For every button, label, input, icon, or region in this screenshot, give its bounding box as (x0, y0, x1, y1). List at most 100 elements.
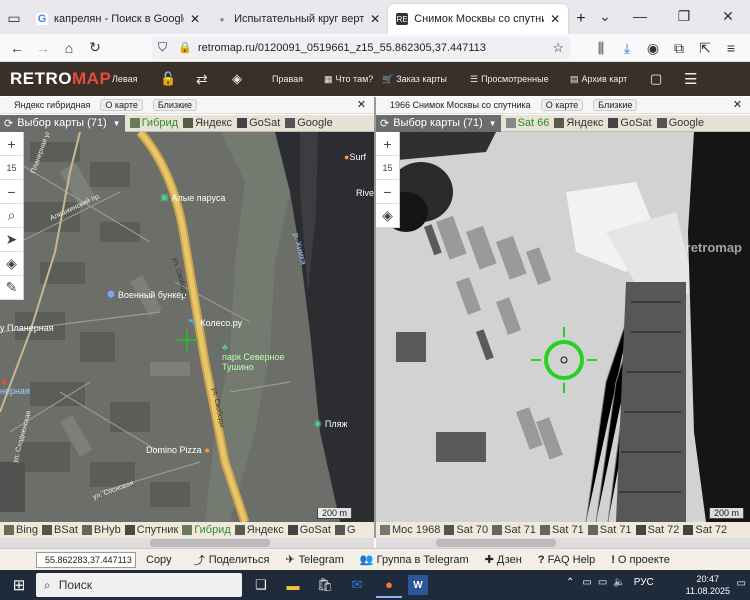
source-bing[interactable]: Bing (4, 524, 38, 536)
telegram-link[interactable]: ✈ Telegram (285, 553, 343, 567)
bookmark-star-icon[interactable]: ☆ (552, 40, 564, 56)
zoom-in-button[interactable]: + (376, 132, 399, 156)
firefox-icon[interactable]: ● (376, 572, 402, 598)
source-google[interactable]: G (334, 524, 356, 536)
library-icon[interactable]: ⫼ (588, 36, 614, 60)
tab-google[interactable]: G капрелян - Поиск в Google ✕ (28, 4, 208, 34)
store-icon[interactable]: 🛍 (312, 572, 338, 598)
swap-icon[interactable]: ⇄ (196, 71, 232, 88)
close-icon[interactable]: ✕ (733, 98, 742, 111)
dzen-link[interactable]: ✚ Дзен (485, 553, 522, 567)
right-nearby-button[interactable]: Близкие (593, 99, 638, 111)
viewed-link[interactable]: ☰ Просмотренные (470, 74, 570, 85)
device-icon[interactable]: ▭ (582, 577, 591, 588)
locate-icon[interactable]: ➤ (0, 228, 23, 252)
window-close-icon[interactable]: ✕ (706, 4, 750, 28)
source-yandex[interactable]: Яндекс (234, 524, 284, 536)
layers-icon[interactable]: ◈ (0, 252, 23, 276)
volume-icon[interactable]: 🔈 (613, 577, 625, 588)
file-explorer-icon[interactable]: ▬ (280, 572, 306, 598)
word-icon[interactable]: W (408, 575, 428, 595)
right-about-button[interactable]: О карте (540, 99, 584, 111)
metro-planernaya[interactable]: у Планерная (0, 323, 54, 333)
tab-retromap[interactable]: RE Снимок Москвы со спутника 1 ✕ (388, 4, 569, 34)
faq-link[interactable]: ? FAQ Help (538, 554, 595, 566)
url-bar[interactable]: ⛉ 🔒 retromap.ru/0120091_0519661_z15_55.8… (152, 37, 570, 59)
account-icon[interactable]: ◉ (640, 36, 666, 60)
right-select-map-button[interactable]: ⟳ Выбор карты (71) ▼ (376, 114, 501, 132)
close-icon[interactable]: ✕ (370, 12, 380, 26)
zoom-out-button[interactable]: − (0, 180, 23, 204)
taskbar-search[interactable]: ⌕ Поиск (36, 573, 242, 597)
close-icon[interactable]: ✕ (357, 98, 366, 111)
outlook-icon[interactable]: ✉ (344, 572, 370, 598)
poi-surf[interactable]: ●Surf (344, 152, 366, 162)
left-select-map-button[interactable]: ⟳ Выбор карты (71) ▼ (0, 114, 125, 132)
fullscreen-icon[interactable]: ▢ (650, 71, 684, 87)
right-option-sat66[interactable]: Sat 66 (505, 117, 549, 129)
right-source-scrollbar[interactable] (376, 538, 750, 548)
right-option-gosat[interactable]: GoSat (608, 117, 652, 129)
site-logo[interactable]: RETROMAP (0, 69, 112, 89)
left-option-yandex[interactable]: Яндекс (183, 117, 232, 129)
what-is-it-link[interactable]: ▦ Что там? (324, 74, 382, 85)
home-icon[interactable]: ⌂ (56, 36, 82, 60)
source-sputnik[interactable]: Спутник (124, 524, 178, 536)
tab-helicopter[interactable]: ● Испытательный круг вертолет ✕ (208, 4, 388, 34)
source-sat72-b[interactable]: Sat 72 (683, 524, 727, 536)
tab-overview-icon[interactable]: ▭ (0, 6, 28, 30)
lock-toggle-icon[interactable]: 🔓 (160, 71, 196, 87)
language-indicator[interactable]: РУС (634, 577, 654, 588)
right-map[interactable]: retromap 200 m (376, 132, 750, 522)
right-option-yandex[interactable]: Яндекс (554, 117, 603, 129)
minimize-icon[interactable]: — (618, 4, 662, 28)
layers-icon[interactable]: ◈ (232, 71, 272, 87)
hamburger-menu-icon[interactable]: ☰ (684, 70, 704, 88)
copy-button[interactable]: Copy (146, 554, 172, 566)
source-hybrid[interactable]: Гибрид (182, 524, 231, 536)
menu-icon[interactable]: ≡ (718, 36, 744, 60)
forward-arrow-icon[interactable]: → (30, 36, 56, 60)
search-icon[interactable]: ⌕ (0, 204, 23, 228)
tab-list-chevron-icon[interactable]: ⌄ (592, 4, 618, 28)
restore-icon[interactable]: ❐ (662, 4, 706, 28)
source-sat72-a[interactable]: Sat 72 (635, 524, 679, 536)
source-sat71-b[interactable]: Sat 71 (539, 524, 584, 536)
telegram-group-link[interactable]: 👥 Группа в Telegram (360, 553, 469, 567)
left-source-scrollbar[interactable] (0, 538, 374, 548)
zoom-in-button[interactable]: + (0, 132, 23, 156)
poi-park[interactable]: ♣ парк Северное Тушино (222, 342, 292, 372)
source-bsat[interactable]: BSat (42, 524, 78, 536)
source-sat71-a[interactable]: Sat 71 (492, 524, 536, 536)
poi-alye-parusa[interactable]: ▣ Алые паруса (160, 192, 225, 203)
metro-planernaya-2[interactable]: ▲ нерная (0, 376, 30, 396)
reload-icon[interactable]: ↻ (82, 36, 108, 60)
poi-koleso[interactable]: ⛍ Колесо.ру (188, 317, 242, 329)
scroll-thumb[interactable] (150, 539, 270, 547)
taskbar-clock[interactable]: 20:47 11.08.2025 (686, 573, 730, 597)
poi-domino[interactable]: Domino Pizza ● (146, 445, 210, 455)
about-project-link[interactable]: ! О проекте (611, 554, 670, 566)
left-option-gosat[interactable]: GoSat (237, 117, 280, 129)
new-tab-button[interactable]: + (568, 4, 593, 34)
zoom-out-button[interactable]: − (376, 180, 399, 204)
notifications-icon[interactable]: ▭ (737, 578, 746, 589)
left-option-hybrid[interactable]: Гибрид (129, 117, 178, 129)
left-about-button[interactable]: О карте (100, 99, 143, 111)
open-window-icon[interactable]: ⇱ (692, 36, 718, 60)
close-icon[interactable]: ✕ (190, 12, 200, 26)
tray-chevron-icon[interactable]: ⌃ (566, 577, 574, 588)
right-option-google[interactable]: Google (656, 117, 704, 129)
source-bhyb[interactable]: BHyb (81, 524, 121, 536)
source-gosat[interactable]: GoSat (287, 524, 331, 536)
source-moc-1968[interactable]: Moc 1968 (380, 524, 440, 536)
left-map[interactable]: ▣ Алые паруса ⬢ Военный бункер ⛍ Колесо.ру … (0, 132, 374, 522)
source-sat71-c[interactable]: Sat 71 (587, 524, 632, 536)
ruler-icon[interactable]: ✎ (0, 276, 23, 300)
layers-icon[interactable]: ◈ (376, 204, 399, 228)
extensions-icon[interactable]: ⧉ (666, 36, 692, 60)
close-icon[interactable]: ✕ (550, 12, 560, 26)
left-option-google[interactable]: Google (285, 117, 333, 129)
share-link[interactable]: ⤴ Поделиться (194, 552, 270, 568)
download-icon[interactable]: ⤓ (614, 36, 640, 60)
